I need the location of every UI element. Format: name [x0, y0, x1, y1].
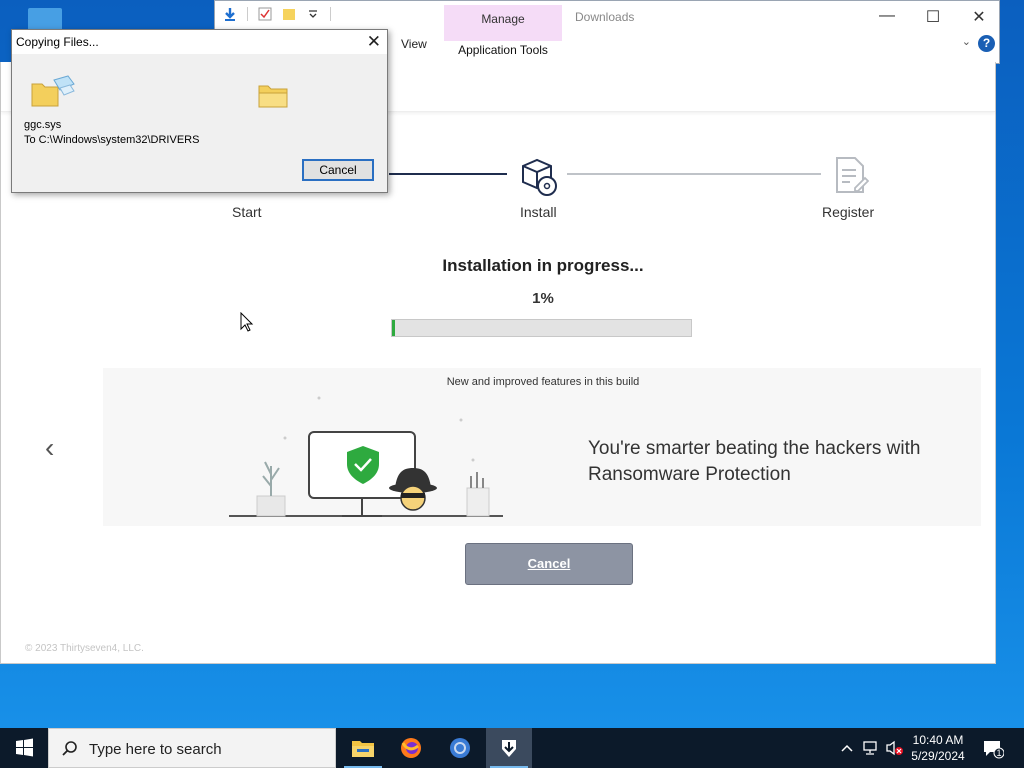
- tab-view[interactable]: View: [401, 37, 427, 51]
- taskbar-installer[interactable]: [486, 728, 532, 768]
- minimize-button[interactable]: —: [877, 7, 897, 27]
- dialog-cancel-button[interactable]: Cancel: [302, 159, 374, 181]
- tab-application-tools[interactable]: Application Tools: [444, 41, 562, 61]
- taskbar-file-explorer[interactable]: [340, 728, 386, 768]
- progress-title: Installation in progress...: [442, 256, 644, 275]
- cancel-install-button[interactable]: Cancel: [465, 543, 633, 585]
- window-controls: — ☐ ✕: [877, 7, 989, 27]
- progress-bar: [391, 319, 692, 337]
- register-document-icon: [836, 157, 869, 193]
- firefox-icon: [401, 738, 421, 758]
- close-button[interactable]: ✕: [969, 7, 989, 27]
- tab-manage[interactable]: Manage: [444, 12, 562, 26]
- system-clock[interactable]: 10:40 AM 5/29/2024: [908, 732, 968, 764]
- new-folder-icon[interactable]: [282, 7, 296, 21]
- clock-time: 10:40 AM: [912, 733, 964, 747]
- install-box-disc-icon: [522, 158, 557, 196]
- taskbar-search-box[interactable]: Type here to search: [48, 728, 336, 768]
- progress-percent: 1%: [532, 290, 554, 307]
- windows-start-icon[interactable]: [0, 728, 48, 768]
- step-install-label: Install: [520, 204, 557, 220]
- download-arrow-icon[interactable]: [223, 7, 237, 21]
- volume-muted-icon[interactable]: [885, 740, 905, 756]
- search-icon: [62, 741, 77, 756]
- carousel-prev-icon[interactable]: ‹: [45, 432, 54, 464]
- taskbar-firefox[interactable]: [388, 728, 434, 768]
- stepper-line-pending: [567, 173, 821, 175]
- carousel-caption: New and improved features in this build: [446, 376, 640, 388]
- dialog-titlebar: Copying Files... ✕: [12, 30, 387, 54]
- feature-carousel: New and improved features in this build: [103, 368, 981, 526]
- quick-access-toolbar: [223, 7, 331, 21]
- window-title: Downloads: [575, 10, 635, 24]
- taskbar: Type here to search 10:40 AM 5/29/2024 1: [0, 728, 1024, 768]
- carousel-feature-text: You're smarter beating the hackers with …: [588, 438, 921, 485]
- hacker-monitor-illustration: [229, 396, 503, 517]
- customize-toolbar-icon[interactable]: [306, 7, 320, 21]
- taskbar-chrome[interactable]: [437, 728, 483, 768]
- toolbar-divider: [247, 7, 248, 21]
- search-placeholder: Type here to search: [89, 741, 222, 758]
- copyright-text: © 2023 Thirtyseven4, LLC.: [25, 643, 144, 654]
- dialog-title: Copying Files...: [16, 35, 99, 49]
- manage-tab-group: Manage Application Tools: [444, 5, 562, 61]
- notification-count: 1: [996, 748, 1002, 758]
- copy-file-name: ggc.sys: [24, 119, 62, 131]
- copying-files-dialog: Copying Files... ✕ ggc.sys To C:\Windows…: [11, 29, 388, 193]
- clock-date: 5/29/2024: [911, 749, 965, 763]
- copy-destination: To C:\Windows\system32\DRIVERS: [24, 134, 200, 146]
- stepper-line-complete: [389, 173, 507, 175]
- copying-animation-icon: [31, 75, 75, 107]
- progress-bar-fill: [392, 320, 395, 336]
- destination-folder-icon: [258, 85, 288, 108]
- installer-app-icon: [502, 740, 516, 757]
- file-explorer-icon: [352, 741, 374, 757]
- network-icon[interactable]: [862, 740, 880, 756]
- step-start-label: Start: [232, 204, 262, 220]
- help-icon[interactable]: ?: [978, 35, 995, 52]
- chrome-icon: [450, 738, 470, 758]
- step-register-label: Register: [822, 204, 875, 220]
- properties-icon[interactable]: [258, 7, 272, 21]
- close-icon[interactable]: ✕: [367, 32, 381, 52]
- maximize-button[interactable]: ☐: [923, 7, 943, 27]
- mouse-cursor-icon: [240, 312, 254, 332]
- chevron-down-icon[interactable]: ⌄: [962, 35, 971, 48]
- show-hidden-icons-icon[interactable]: [840, 741, 854, 755]
- toolbar-divider: [330, 7, 331, 21]
